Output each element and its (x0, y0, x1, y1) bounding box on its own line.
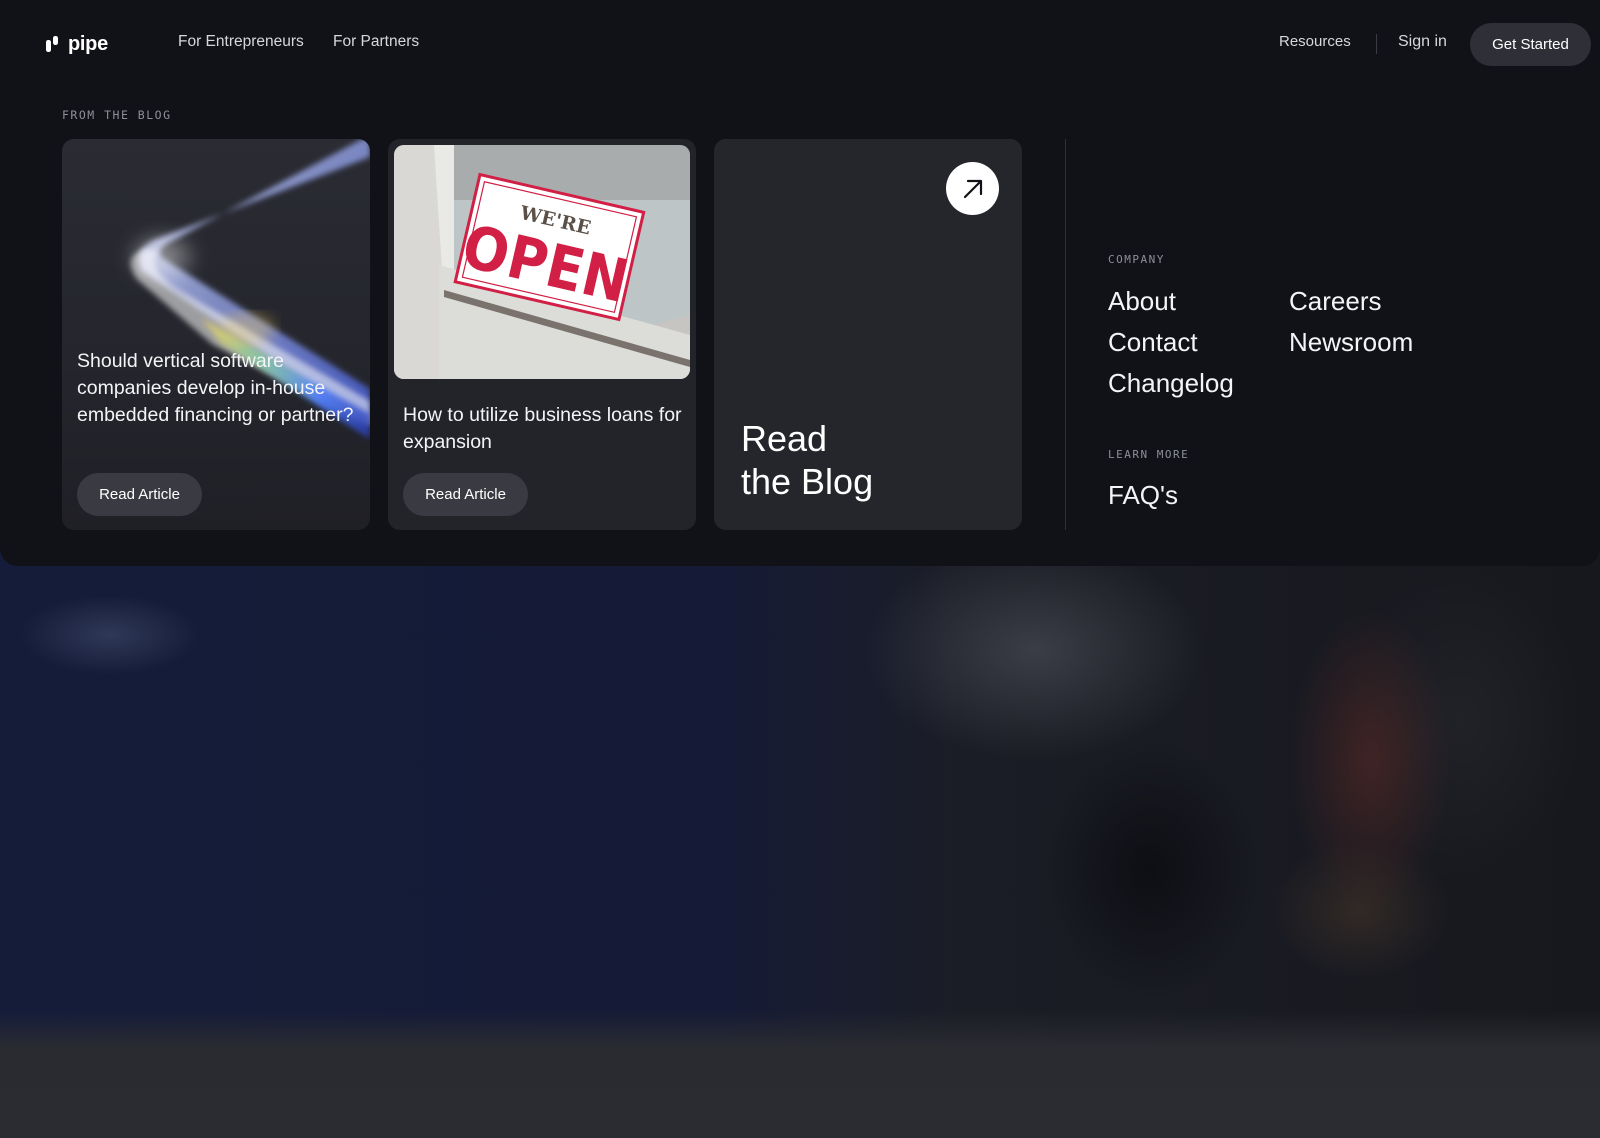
blog-card-embedded-financing[interactable]: Should vertical software companies devel… (62, 139, 370, 530)
arrow-up-right-icon (946, 162, 999, 215)
read-the-blog-heading: Read the Blog (741, 417, 873, 503)
from-the-blog-eyebrow: FROM THE BLOG (62, 108, 172, 122)
company-eyebrow: COMPANY (1108, 253, 1165, 266)
article-title: How to utilize business loans for expans… (403, 404, 682, 453)
learn-more-eyebrow: LEARN MORE (1108, 448, 1190, 461)
company-link-contact[interactable]: Contact (1108, 327, 1198, 357)
read-article-button[interactable]: Read Article (403, 473, 528, 516)
article-title: Should vertical software companies devel… (77, 350, 354, 426)
menu-vertical-divider (1065, 139, 1066, 530)
sign-in-link[interactable]: Sign in (1398, 33, 1447, 51)
read-article-button[interactable]: Read Article (77, 473, 202, 516)
company-link-careers[interactable]: Careers (1289, 286, 1381, 316)
top-navigation: pipe For Entrepreneurs For Partners Reso… (0, 0, 1600, 88)
read-the-blog-card[interactable]: Read the Blog (714, 139, 1022, 530)
company-link-newsroom[interactable]: Newsroom (1289, 327, 1413, 357)
nav-link-partners[interactable]: For Partners (333, 33, 419, 51)
prism-graphic (122, 139, 370, 439)
company-link-changelog[interactable]: Changelog (1108, 368, 1234, 398)
brand-name: pipe (68, 32, 108, 55)
open-sign-photo: WE'RE OPEN (394, 145, 690, 379)
background-footer-band (0, 1010, 1600, 1138)
read-the-blog-line-2: the Blog (741, 461, 874, 502)
mega-menu-panel: pipe For Entrepreneurs For Partners Reso… (0, 0, 1600, 566)
read-the-blog-line-1: Read (741, 418, 828, 459)
pipe-logo[interactable]: pipe (46, 32, 108, 56)
nav-divider (1376, 34, 1377, 54)
pipe-logo-icon (46, 35, 62, 53)
blog-card-business-loans[interactable]: WE'RE OPEN How to utilize business loans… (388, 139, 696, 530)
get-started-button[interactable]: Get Started (1470, 23, 1591, 66)
learn-more-link-faqs[interactable]: FAQ's (1108, 480, 1178, 510)
nav-link-entrepreneurs[interactable]: For Entrepreneurs (178, 33, 304, 51)
nav-link-resources[interactable]: Resources (1279, 33, 1351, 50)
company-link-about[interactable]: About (1108, 286, 1176, 316)
